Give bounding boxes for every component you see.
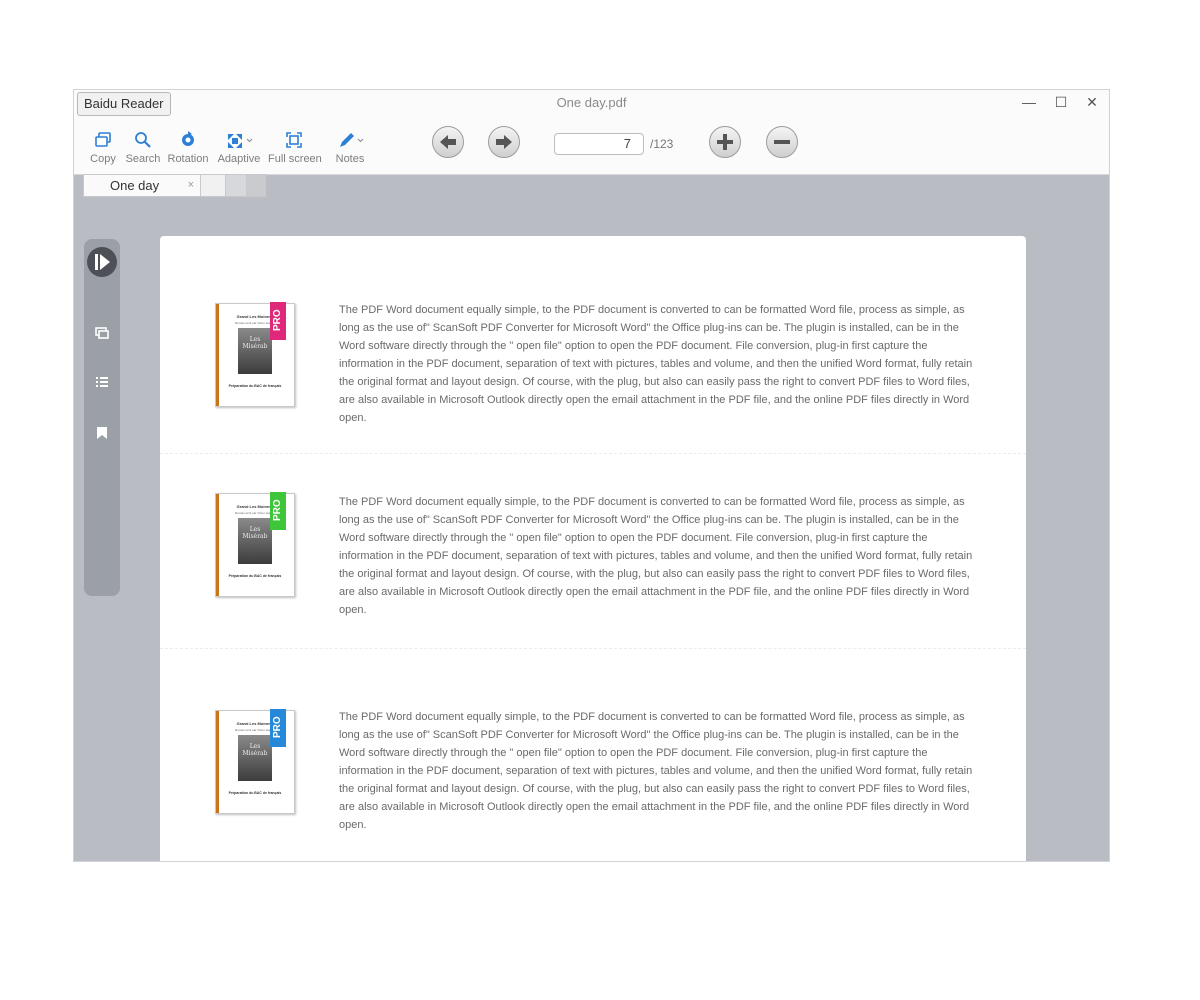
cover-photo [238,735,272,781]
cover-spine [216,494,219,596]
empty-tab[interactable] [246,174,266,197]
title-bar: Baidu Reader One day.pdf — ☐ ✕ Copy Sear… [74,90,1109,175]
cover-script: Les Misérab [242,336,268,350]
cover-spine [216,304,219,406]
side-rail [84,239,120,596]
play-icon [87,247,117,277]
copy-tool[interactable]: Copy [86,130,120,165]
fullscreen-label: Full screen [268,153,322,165]
play-button[interactable] [84,246,120,283]
zoom-in-button[interactable] [709,126,741,158]
divider [160,648,1026,649]
adaptive-icon [228,134,253,148]
search-icon [135,132,151,148]
document-page: Grand Les Moines Roman écrit par Victor … [160,236,1026,861]
pro-label: PRO [272,309,283,331]
search-tool[interactable]: Search [124,130,162,165]
notes-label: Notes [335,153,365,165]
thumbnails-button[interactable] [84,325,120,346]
minimize-button[interactable]: — [1019,93,1039,111]
maximize-button[interactable]: ☐ [1051,93,1071,111]
rotate-icon [182,131,194,146]
arrow-right-icon [496,135,512,149]
adaptive-tool[interactable]: Adaptive [216,130,262,165]
rotation-tool[interactable]: Rotation [166,130,210,165]
zoom-out-button[interactable] [766,126,798,158]
pencil-icon [340,133,364,147]
tab-close-icon[interactable]: × [188,179,194,191]
cover-spine [216,711,219,813]
arrow-left-icon [440,135,456,149]
cover-footer: Préparation du BAC de français [228,384,282,388]
cover-script: Les Misérab [242,743,268,757]
cover-footer: Préparation du BAC de français [228,791,282,795]
paragraph: The PDF Word document equally simple, to… [339,711,973,831]
cover-photo [238,328,272,374]
next-page-button[interactable] [488,126,520,158]
pro-badge: PRO [270,492,286,530]
tab-label: One day [110,178,160,193]
divider [160,453,1026,454]
paragraph: The PDF Word document equally simple, to… [339,496,973,616]
tab-one-day[interactable]: One day × [83,174,201,197]
pro-badge: PRO [270,709,286,747]
thumbnails-icon [95,327,109,339]
pro-badge: PRO [270,302,286,340]
close-button[interactable]: ✕ [1082,93,1102,111]
pro-label: PRO [272,716,283,738]
reader-window: Baidu Reader One day.pdf — ☐ ✕ Copy Sear… [73,89,1110,862]
contents-button[interactable] [84,374,120,395]
window-title: One day.pdf [556,95,627,110]
cover-footer: Préparation du BAC de français [228,574,282,578]
adaptive-label: Adaptive [217,153,261,165]
page-number-input[interactable]: 7 [554,133,644,155]
paragraph: The PDF Word document equally simple, to… [339,304,973,424]
cover-photo [238,518,272,564]
book-cover[interactable]: Grand Les Moines Roman écrit par Victor … [215,492,295,597]
minus-icon [774,140,790,144]
book-cover[interactable]: Grand Les Moines Roman écrit par Victor … [215,302,295,407]
copy-icon [95,132,111,147]
bookmark-icon [97,427,107,439]
plus-icon [717,134,733,150]
empty-tab[interactable] [225,174,247,197]
search-label: Search [125,153,161,165]
rotation-label: Rotation [167,153,209,165]
previous-page-button[interactable] [432,126,464,158]
fullscreen-tool[interactable]: Full screen [268,130,322,165]
empty-tab[interactable] [200,174,226,197]
page-total: /123 [650,137,674,151]
book-cover[interactable]: Grand Les Moines Roman écrit par Victor … [215,709,295,814]
cover-script: Les Misérab [242,526,268,540]
list-icon [96,377,108,387]
bookmarks-button[interactable] [84,425,120,446]
tab-bar: One day × [74,174,1109,198]
fullscreen-icon [286,132,302,148]
notes-tool[interactable]: Notes [330,130,370,165]
pro-label: PRO [272,499,283,521]
copy-label: Copy [90,153,116,165]
